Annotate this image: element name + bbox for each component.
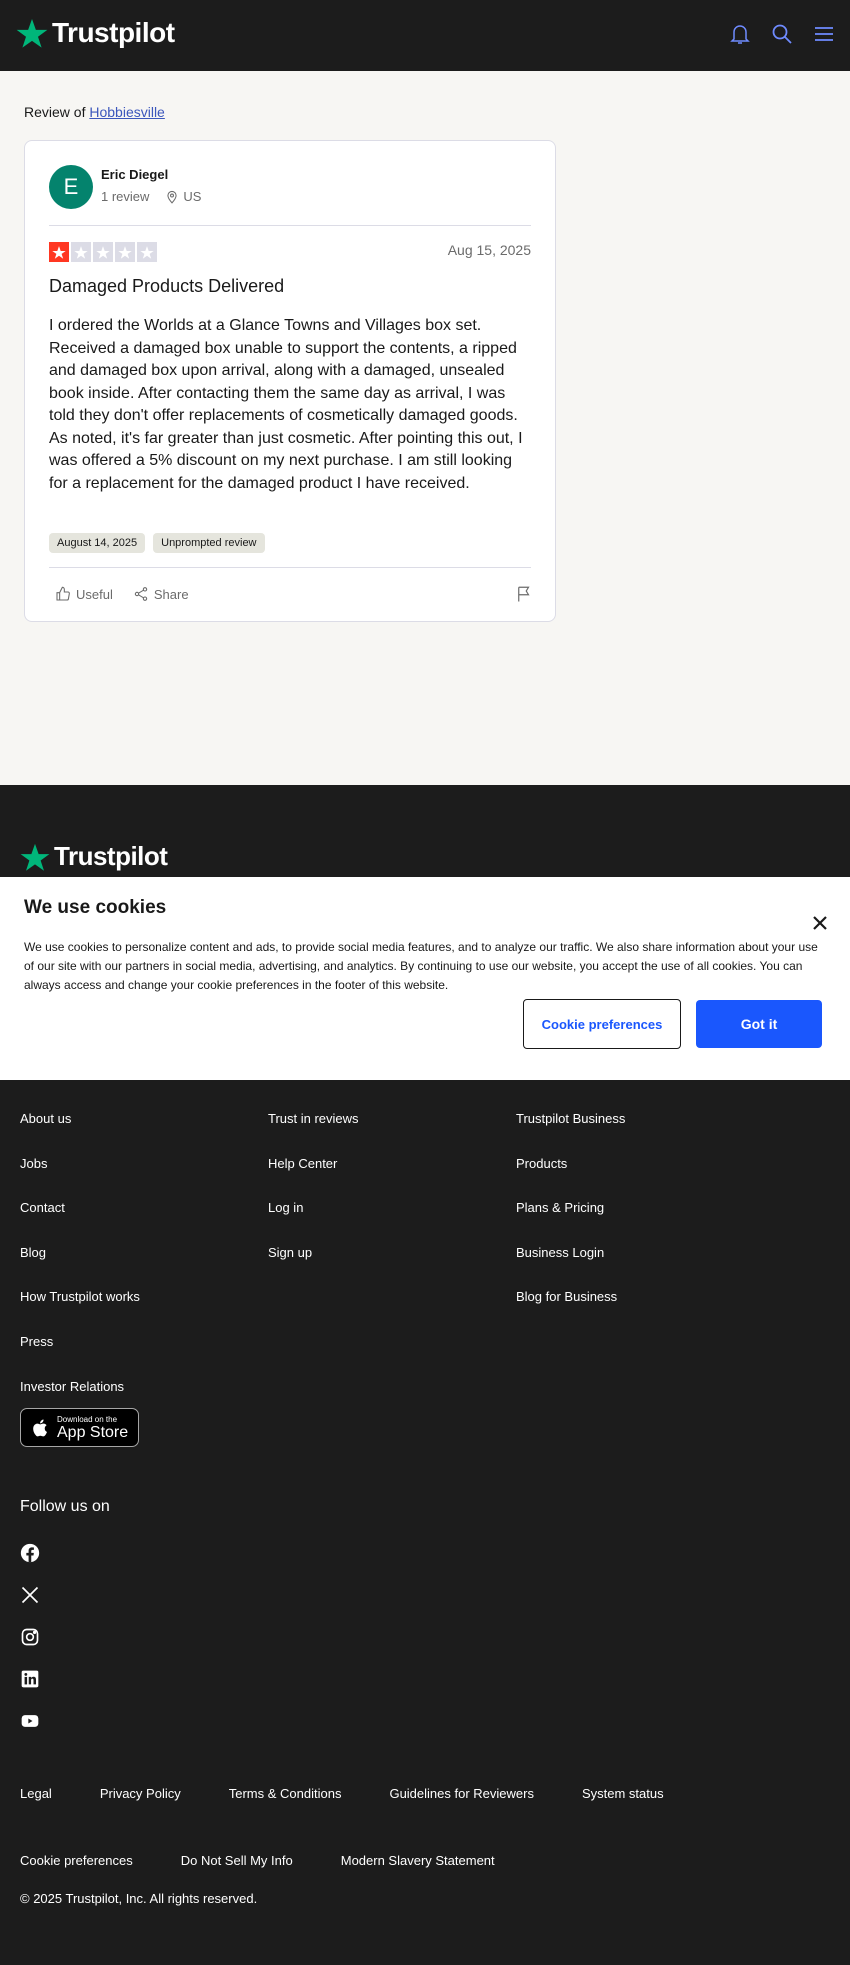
cookie-banner-text: We use cookies to personalize content an… <box>24 940 818 992</box>
top-nav-bar: Trustpilot <box>0 0 850 71</box>
footer-link[interactable]: Plans & Pricing <box>516 1186 764 1231</box>
instagram-icon[interactable] <box>20 1627 40 1647</box>
linkedin-icon[interactable] <box>20 1669 40 1689</box>
review-of-line: Review of Hobbiesville <box>24 104 165 120</box>
cookie-preferences-button[interactable]: Cookie preferences <box>523 999 681 1049</box>
flag-icon[interactable] <box>515 585 533 608</box>
footer-link[interactable]: Investor Relations <box>20 1365 268 1410</box>
footer-logo[interactable]: Trustpilot <box>20 841 168 872</box>
card-divider <box>49 567 531 568</box>
close-icon[interactable] <box>812 915 828 931</box>
legal-link[interactable]: Privacy Policy <box>100 1786 181 1801</box>
star-rating <box>49 242 157 262</box>
review-of-prefix: Review of <box>24 104 86 120</box>
apple-icon <box>33 1419 47 1436</box>
footer-column-business: Trustpilot Business Products Plans & Prici… <box>516 1097 764 1409</box>
follow-us-heading: Follow us on <box>20 1498 110 1515</box>
thumbs-up-icon <box>56 586 70 601</box>
social-links <box>20 1543 40 1731</box>
review-title: Damaged Products Delivered <box>49 276 285 296</box>
review-card: E Eric Diegel 1 review US Aug 15, 2025 D… <box>24 140 556 622</box>
footer-column-community: Trust in reviews Help Center Log in Sign up <box>268 1097 516 1409</box>
star-empty-icon <box>71 242 91 262</box>
trustpilot-star-icon <box>20 843 50 871</box>
reviewer-meta: 1 review US <box>101 189 201 204</box>
review-count: 1 review <box>101 189 150 204</box>
bell-icon[interactable] <box>728 22 752 46</box>
legal-link[interactable]: Do Not Sell My Info <box>181 1853 293 1868</box>
facebook-icon[interactable] <box>20 1543 40 1563</box>
footer-link[interactable]: Sign up <box>268 1231 516 1276</box>
copyright: © 2025 Trustpilot, Inc. All rights reser… <box>20 1891 258 1906</box>
footer-link[interactable]: Products <box>516 1142 764 1187</box>
search-icon[interactable] <box>770 22 794 46</box>
app-store-badge[interactable]: Download on the App Store <box>20 1408 139 1447</box>
footer-links: About us Jobs Contact Blog How Trustpilot wo… <box>20 1097 764 1409</box>
footer-link[interactable]: Help Center <box>268 1142 516 1187</box>
accept-cookies-button[interactable]: Got it <box>696 1000 822 1048</box>
reviewer-location: US <box>165 189 201 204</box>
menu-icon[interactable] <box>812 22 836 46</box>
footer-link[interactable]: Log in <box>268 1186 516 1231</box>
youtube-icon[interactable] <box>20 1711 40 1731</box>
star-filled-icon <box>49 242 69 262</box>
legal-link[interactable]: Terms & Conditions <box>229 1786 342 1801</box>
footer-logo-text: Trustpilot <box>54 841 168 871</box>
footer-link[interactable]: Blog for Business <box>516 1275 764 1320</box>
card-divider <box>49 225 531 226</box>
useful-label: Useful <box>76 586 113 602</box>
review-type-badge[interactable]: Unprompted review <box>153 533 265 553</box>
review-date: Aug 15, 2025 <box>447 242 531 258</box>
footer-link[interactable]: Blog <box>20 1231 268 1276</box>
reviewer-name[interactable]: Eric Diegel <box>101 167 168 182</box>
trustpilot-star-icon <box>16 19 48 48</box>
cookie-banner-title: We use cookies <box>24 897 167 918</box>
footer-link[interactable]: Jobs <box>20 1142 268 1187</box>
legal-links: Legal Privacy Policy Terms & Conditions Gui… <box>20 1786 830 1868</box>
footer-link[interactable]: Business Login <box>516 1231 764 1276</box>
footer-link[interactable]: Trust in reviews <box>268 1097 516 1142</box>
legal-link[interactable]: Legal <box>20 1786 52 1801</box>
footer-link[interactable]: Contact <box>20 1186 268 1231</box>
footer-link[interactable]: Trustpilot Business <box>516 1097 764 1142</box>
app-store-line1: Download on the <box>57 1414 118 1424</box>
cookie-banner: We use cookies We use cookies to persona… <box>0 877 850 1080</box>
star-empty-icon <box>115 242 135 262</box>
legal-link[interactable]: Modern Slavery Statement <box>341 1853 495 1868</box>
reviewer-country: US <box>183 189 202 204</box>
footer-link[interactable]: About us <box>20 1097 268 1142</box>
business-link[interactable]: Hobbiesville <box>89 104 164 120</box>
review-body: I ordered the Worlds at a Glance Towns a… <box>49 317 523 492</box>
footer-link[interactable]: Press <box>20 1320 268 1365</box>
footer-column-about: About us Jobs Contact Blog How Trustpilot wo… <box>20 1097 268 1409</box>
x-icon[interactable] <box>20 1585 40 1605</box>
legal-link[interactable]: Guidelines for Reviewers <box>389 1786 534 1801</box>
location-pin-icon <box>167 190 178 204</box>
star-empty-icon <box>93 242 113 262</box>
logo-text: Trustpilot <box>52 17 175 48</box>
trustpilot-logo[interactable]: Trustpilot <box>16 17 175 49</box>
experience-date-badge: August 14, 2025 <box>49 533 146 553</box>
app-store-line2: App Store <box>57 1423 129 1441</box>
avatar[interactable]: E <box>49 165 93 209</box>
share-icon <box>134 587 148 601</box>
useful-button[interactable]: Useful <box>55 586 113 602</box>
legal-link[interactable]: Cookie preferences <box>20 1853 133 1868</box>
share-label: Share <box>153 586 189 602</box>
legal-link[interactable]: System status <box>582 1786 664 1801</box>
share-button[interactable]: Share <box>133 586 189 602</box>
star-empty-icon <box>137 242 157 262</box>
main-content: Review of Hobbiesville E Eric Diegel 1 r… <box>0 71 850 785</box>
footer-link[interactable]: How Trustpilot works <box>20 1275 268 1320</box>
